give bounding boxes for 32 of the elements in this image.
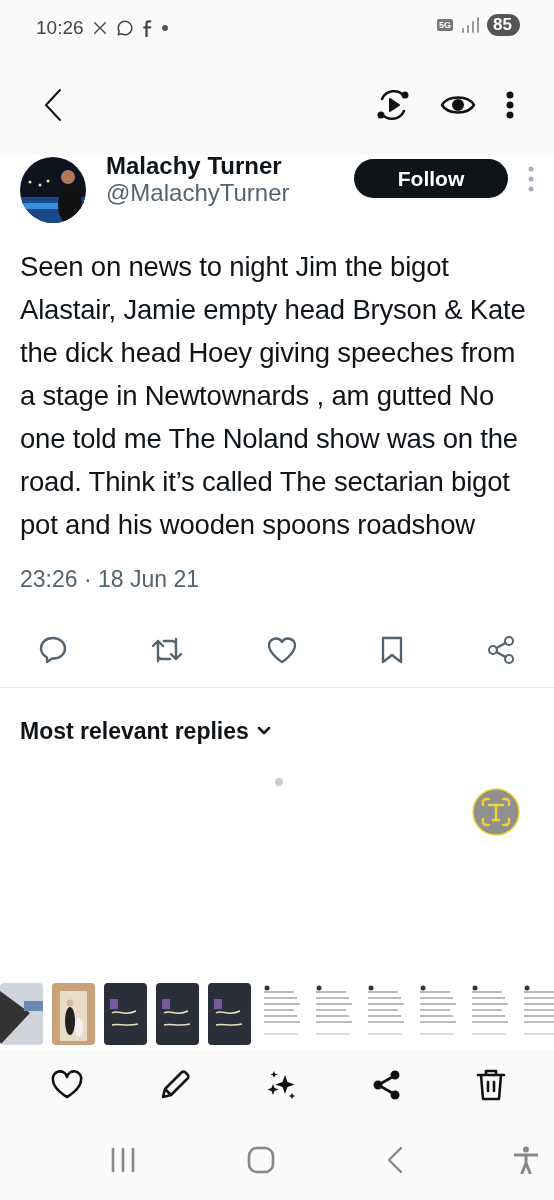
- post-timestamp: 23:26 · 18 Jun 21: [19, 565, 201, 594]
- comment-icon[interactable]: [38, 634, 68, 665]
- more-icon[interactable]: [506, 91, 514, 119]
- follow-button[interactable]: Follow: [354, 159, 508, 198]
- heart-icon[interactable]: [266, 634, 298, 665]
- signal-icon: [461, 17, 480, 33]
- heart-icon[interactable]: [50, 1070, 84, 1100]
- eye-icon[interactable]: [440, 93, 476, 117]
- network-label: 5G: [437, 19, 454, 31]
- back-icon[interactable]: [44, 88, 62, 122]
- accessibility-icon[interactable]: [514, 1146, 538, 1174]
- bookmark-icon[interactable]: [380, 634, 404, 665]
- chevron-down-icon[interactable]: [256, 725, 271, 736]
- page-dot-icon: [275, 778, 283, 786]
- pencil-icon[interactable]: [159, 1069, 191, 1101]
- f-logo-icon: [141, 19, 154, 38]
- home-icon[interactable]: [247, 1146, 276, 1174]
- chat-bubble-icon: [115, 19, 134, 38]
- author-name: Malachy Turner: [106, 153, 283, 179]
- recents-icon[interactable]: [110, 1147, 136, 1173]
- share-icon[interactable]: [373, 1070, 401, 1100]
- dot-icon: [161, 25, 168, 32]
- play-cycle-icon[interactable]: [376, 88, 410, 122]
- text-scan-button[interactable]: [472, 788, 520, 836]
- post-text: Seen on news to night Jim the bigot Alastair, Jamie empty head Bryson & Kate the dick head Hoey giving speeches from a stage in Newtownards , am gutted No one told me The Noland show was on the road. Think it’s called The sectarian bigot pot and his wooden spoons roadshow: [19, 250, 527, 542]
- share-icon[interactable]: [486, 634, 516, 665]
- clock-text: 10:26: [36, 16, 84, 40]
- x-logo-icon: [91, 20, 108, 37]
- author-handle: @MalachyTurner: [106, 179, 290, 207]
- battery-indicator: 85: [487, 14, 520, 36]
- replies-sort-label: Most relevant replies: [20, 716, 249, 746]
- trash-icon[interactable]: [476, 1068, 506, 1102]
